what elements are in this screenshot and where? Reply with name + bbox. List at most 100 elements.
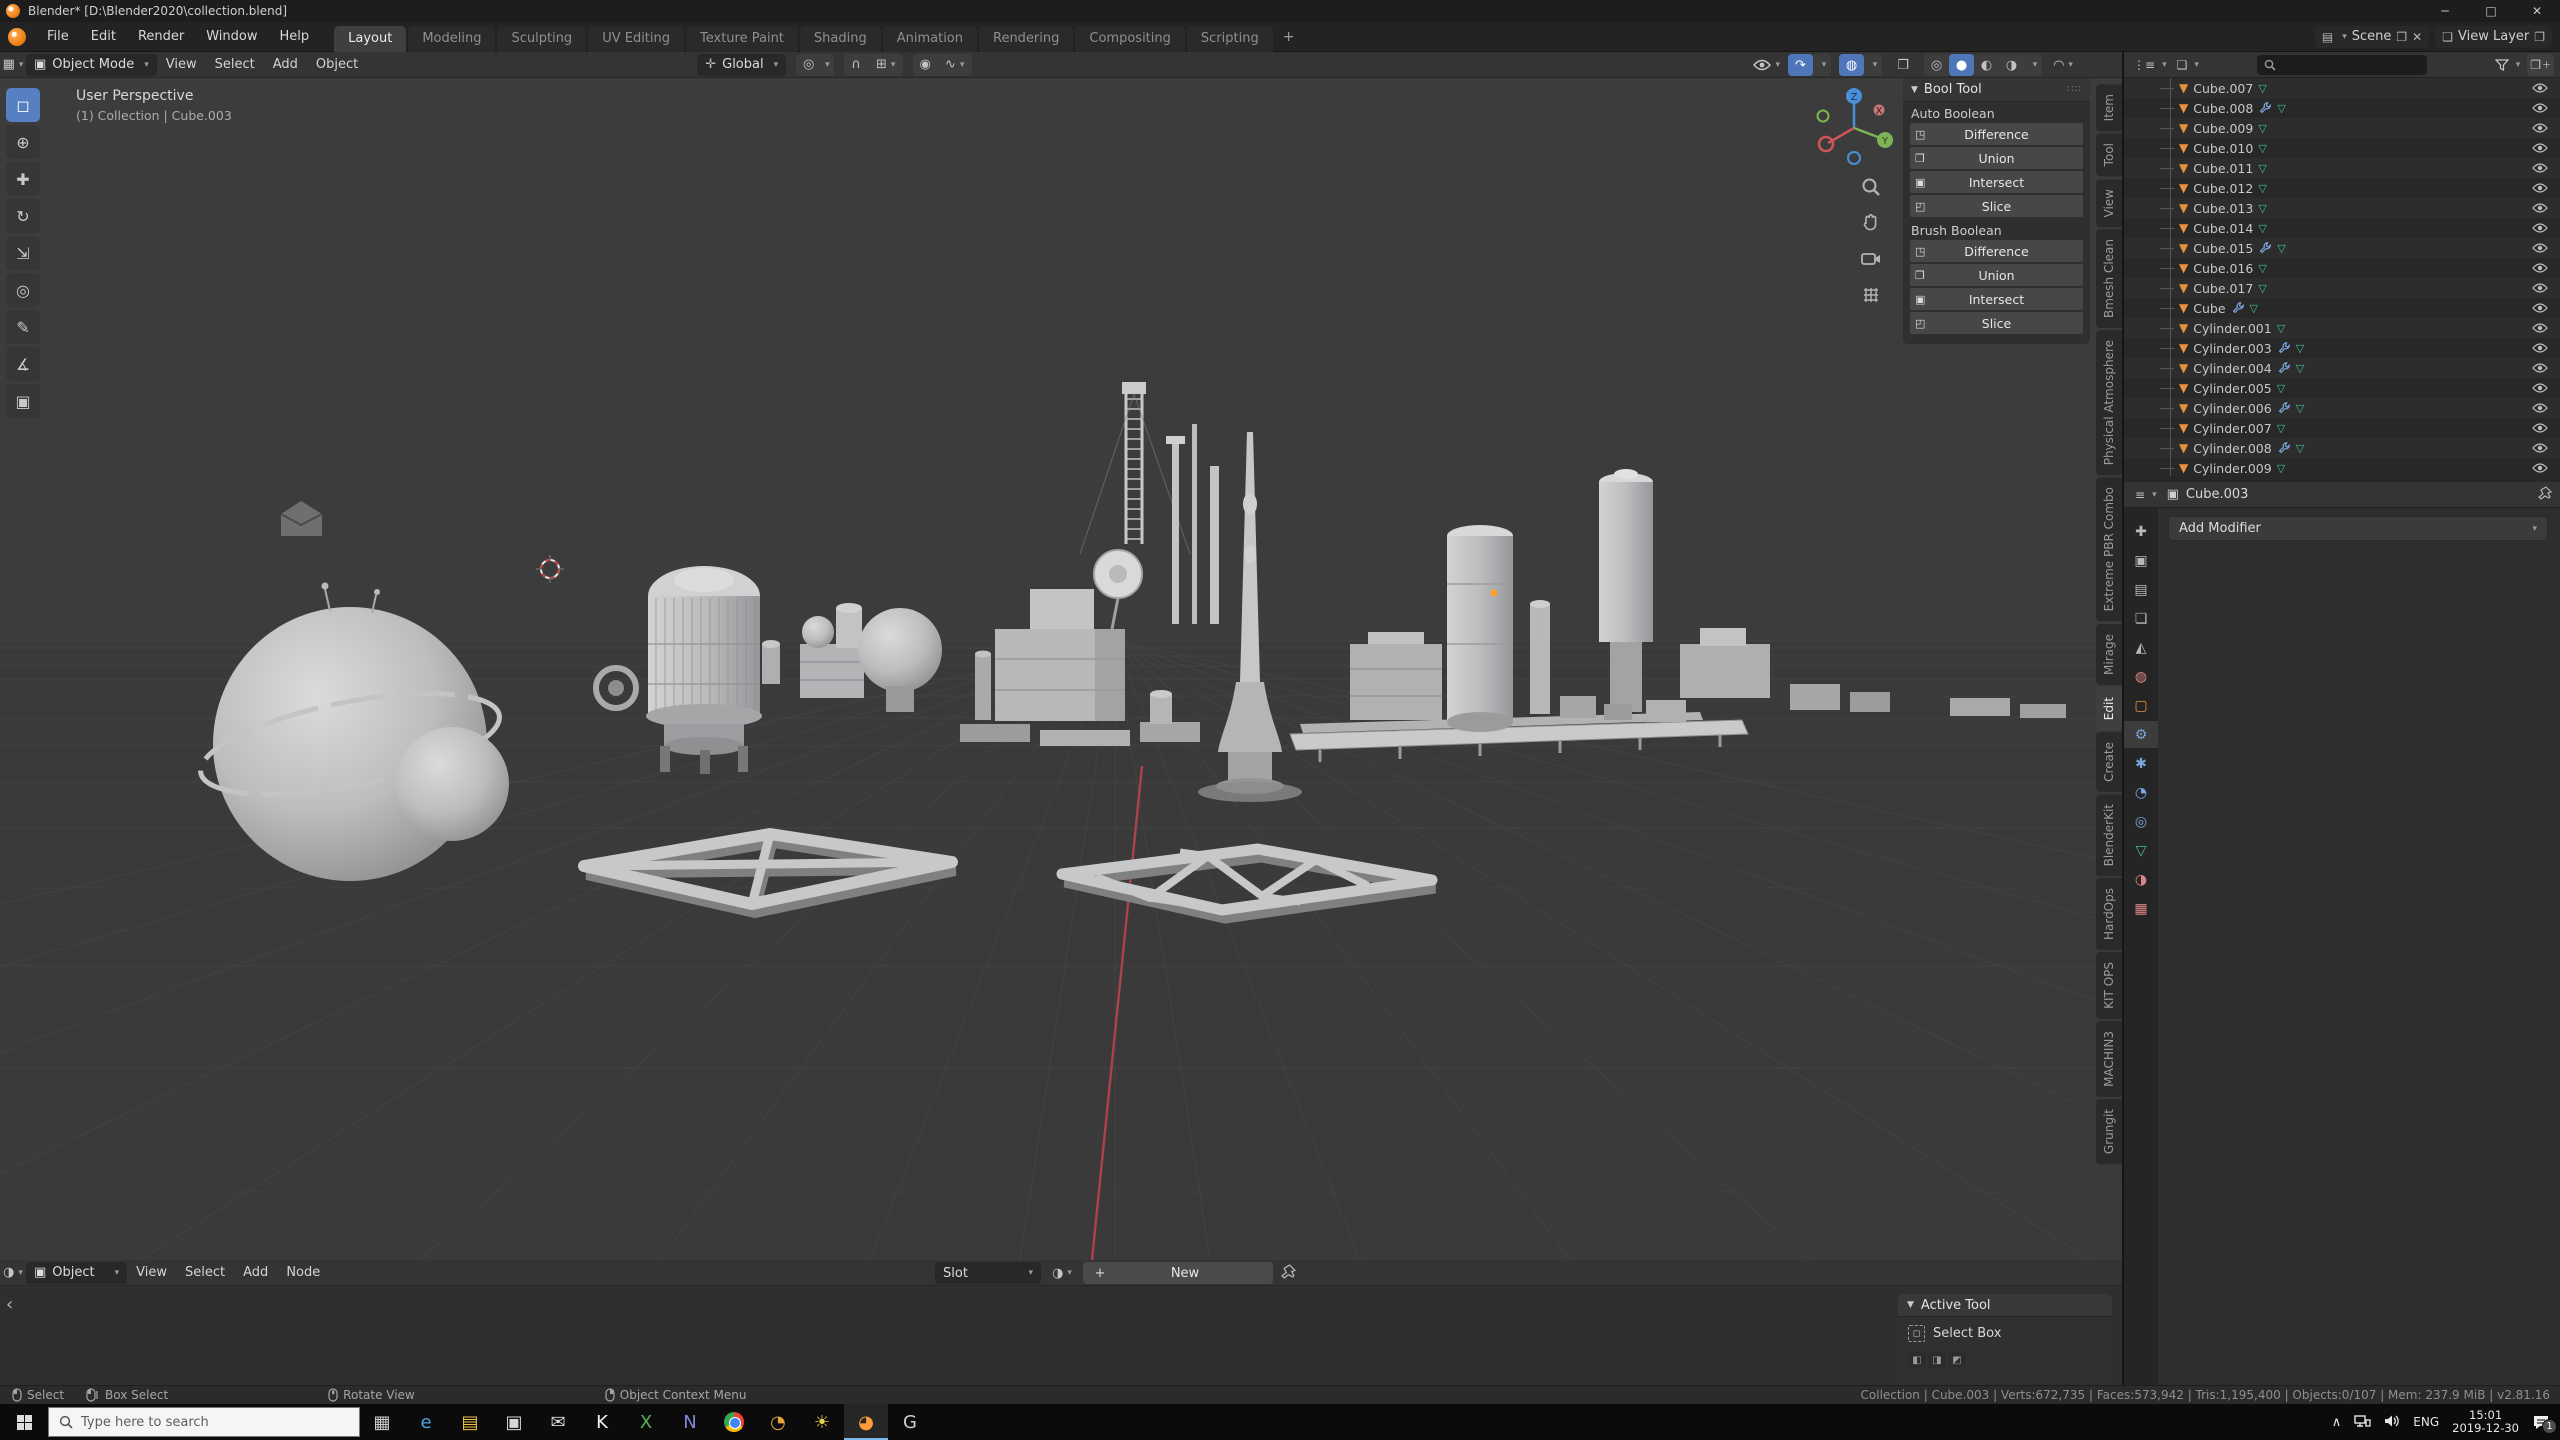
select-mode-button[interactable]: ◨ (1928, 1352, 1946, 1368)
toolbar-tool-button[interactable]: ⊕ (6, 125, 40, 159)
filter-id-type-dropdown[interactable]: ❏▾ (2174, 58, 2202, 72)
zoom-icon[interactable] (1858, 174, 1884, 200)
perspective-toggle-icon[interactable] (1858, 282, 1884, 308)
properties-tab[interactable]: ⚙ (2124, 721, 2158, 748)
toolbar-tool-button[interactable]: ◻ (6, 88, 40, 122)
boolean-operation-button[interactable]: ◳Difference (1910, 123, 2083, 145)
mode-dropdown[interactable]: ▣ Object Mode ▾ (26, 54, 157, 76)
sidebar-tab[interactable]: MACHIN3 (2096, 1021, 2122, 1097)
viewport-menu-item[interactable]: View (157, 57, 206, 72)
properties-tab[interactable]: ▣ (2124, 547, 2158, 574)
blender-menu-icon[interactable] (8, 28, 26, 46)
boolean-operation-button[interactable]: ◰Slice (1910, 312, 2083, 334)
taskbar-app-icon[interactable]: ▤ (448, 1404, 492, 1440)
outliner-row[interactable]: ▼ Cube ▽ (2124, 298, 2560, 318)
menu-item[interactable]: Edit (80, 22, 127, 52)
hide-in-viewport-toggle[interactable] (2532, 223, 2548, 233)
proportional-editing-icon[interactable]: ◉ (913, 54, 938, 76)
hide-in-viewport-toggle[interactable] (2532, 363, 2548, 373)
properties-tab[interactable]: ▤ (2124, 576, 2158, 603)
toolbar-tool-button[interactable]: ▣ (6, 384, 40, 418)
shader-editor-canvas[interactable]: ‹ ▼ Active Tool ◻ Select Box ◧◨◩ (0, 1286, 2122, 1385)
pan-hand-icon[interactable] (1858, 210, 1884, 236)
new-collection-button[interactable]: ❐＋ (2527, 54, 2554, 76)
sidebar-tab[interactable]: BlenderKit (2096, 794, 2122, 876)
maximize-button[interactable]: □ (2468, 0, 2514, 22)
taskbar-app-icon[interactable]: ▣ (492, 1404, 536, 1440)
properties-tab[interactable]: ✚ (2124, 518, 2158, 545)
display-mode-dropdown[interactable]: ⋮≡▾ (2130, 58, 2170, 72)
workspace-tab[interactable]: Sculpting (497, 26, 586, 52)
toolbar-tool-button[interactable]: ↻ (6, 199, 40, 233)
object-visibility-dropdown[interactable]: ▾ (1753, 59, 1780, 71)
hide-in-viewport-toggle[interactable] (2532, 443, 2548, 453)
outliner-row[interactable]: ▼ Cylinder.007 ▽ (2124, 418, 2560, 438)
taskbar-app-icon[interactable]: ☀ (800, 1404, 844, 1440)
language-indicator[interactable]: ENG (2413, 1415, 2439, 1429)
toolbar-tool-button[interactable]: ⇲ (6, 236, 40, 270)
boolean-operation-button[interactable]: ◳Difference (1910, 240, 2083, 262)
properties-tab[interactable]: ◎ (2124, 808, 2158, 835)
render-pass-dropdown[interactable]: ◠▾ (2050, 54, 2076, 76)
sidebar-tab[interactable]: Edit (2096, 687, 2122, 730)
sidebar-tab[interactable]: Physical Atmosphere (2096, 330, 2122, 475)
workspace-tab[interactable]: Texture Paint (686, 26, 798, 52)
taskbar-app-icon[interactable] (712, 1404, 756, 1440)
properties-tab[interactable]: ▦ (2124, 895, 2158, 922)
select-mode-button[interactable]: ◧ (1908, 1352, 1926, 1368)
workspace-tab[interactable]: Compositing (1075, 26, 1185, 52)
scene-selector[interactable]: ▤▾ Scene ❐ ✕ (2315, 26, 2429, 48)
outliner-row[interactable]: ▼ Cube.011 ▽ (2124, 158, 2560, 178)
start-button[interactable] (0, 1404, 48, 1440)
toolbar-tool-button[interactable]: ◎ (6, 273, 40, 307)
outliner-row[interactable]: ▼ Cylinder.008 ▽ (2124, 438, 2560, 458)
viewport-scene[interactable] (0, 84, 2122, 1260)
outliner-row[interactable]: ▼ Cube.013 ▽ (2124, 198, 2560, 218)
hide-in-viewport-toggle[interactable] (2532, 463, 2548, 473)
menu-item[interactable]: Render (127, 22, 195, 52)
shader-menu-item[interactable]: Node (277, 1265, 329, 1280)
hide-in-viewport-toggle[interactable] (2532, 403, 2548, 413)
orientation-dropdown[interactable]: ✛ Global ▾ (697, 54, 786, 76)
boolean-operation-button[interactable]: ◰Slice (1910, 195, 2083, 217)
browse-material-icon[interactable]: ◑▾ (1049, 1262, 1075, 1284)
new-scene-icon[interactable]: ❐ (2396, 30, 2407, 44)
sidebar-tab[interactable]: Bmesh Clean (2096, 229, 2122, 328)
menu-item[interactable]: Window (195, 22, 268, 52)
toolbar-collapse-arrow[interactable]: ‹ (6, 1294, 13, 1315)
outliner-row[interactable]: ▼ Cube.009 ▽ (2124, 118, 2560, 138)
collapse-triangle-icon[interactable]: ▼ (1911, 85, 1918, 95)
hide-in-viewport-toggle[interactable] (2532, 283, 2548, 293)
outliner-row[interactable]: ▼ Cylinder.005 ▽ (2124, 378, 2560, 398)
active-tool-header[interactable]: ▼ Active Tool (1898, 1294, 2112, 1317)
outliner-row[interactable]: ▼ Cylinder.003 ▽ (2124, 338, 2560, 358)
outliner-row[interactable]: ▼ Cube.017 ▽ (2124, 278, 2560, 298)
show-gizmo-icon[interactable]: ↷ (1788, 54, 1813, 76)
bool-tool-panel-header[interactable]: ▼ Bool Tool ∷∷ (1903, 78, 2090, 102)
taskbar-app-icon[interactable]: ▦ (360, 1404, 404, 1440)
toolbar-tool-button[interactable]: ∡ (6, 347, 40, 381)
outliner-row[interactable]: ▼ Cylinder.006 ▽ (2124, 398, 2560, 418)
boolean-operation-button[interactable]: ▣Intersect (1910, 288, 2083, 310)
sidebar-tab[interactable]: Create (2096, 732, 2122, 792)
tray-expand-icon[interactable]: ∧ (2332, 1415, 2342, 1430)
taskbar-app-icon[interactable]: N (668, 1404, 712, 1440)
boolean-operation-button[interactable]: ❒Union (1910, 147, 2083, 169)
taskbar-app-icon[interactable]: K (580, 1404, 624, 1440)
properties-tab[interactable]: ▽ (2124, 837, 2158, 864)
properties-tab[interactable]: ◔ (2124, 779, 2158, 806)
hide-in-viewport-toggle[interactable] (2532, 83, 2548, 93)
outliner-row[interactable]: ▼ Cylinder.001 ▽ (2124, 318, 2560, 338)
workspace-tab[interactable]: Scripting (1187, 26, 1273, 52)
workspace-tab[interactable]: Rendering (979, 26, 1073, 52)
sidebar-tab[interactable]: Mirage (2096, 624, 2122, 685)
taskbar-app-icon[interactable]: X (624, 1404, 668, 1440)
toolbar-tool-button[interactable]: ✎ (6, 310, 40, 344)
hide-in-viewport-toggle[interactable] (2532, 303, 2548, 313)
overlays-dropdown[interactable]: ▾ (1864, 54, 1882, 76)
shading-wireframe-icon[interactable]: ◎ (1924, 54, 1949, 76)
workspace-tab[interactable]: Animation (883, 26, 977, 52)
gizmo-dropdown[interactable]: ▾ (1813, 54, 1831, 76)
sidebar-tab[interactable]: Extreme PBR Combo (2096, 477, 2122, 621)
properties-tab[interactable]: ✱ (2124, 750, 2158, 777)
